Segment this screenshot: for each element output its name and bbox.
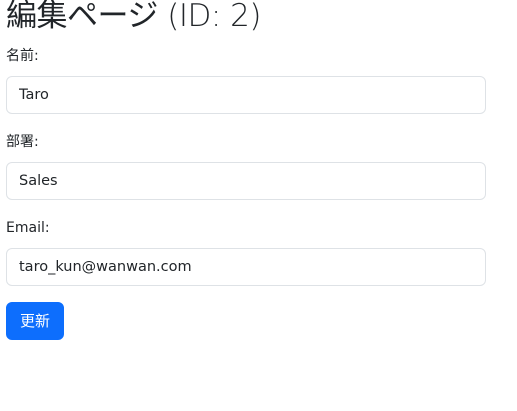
name-label: 名前:	[6, 48, 39, 64]
department-input[interactable]	[6, 162, 486, 200]
email-input[interactable]	[6, 248, 486, 286]
name-input[interactable]	[6, 76, 486, 114]
page-title: 編集ページ (ID: 2)	[6, 0, 261, 34]
email-label: Email:	[6, 220, 50, 236]
update-button[interactable]: 更新	[6, 302, 64, 340]
department-label: 部署:	[6, 134, 39, 150]
